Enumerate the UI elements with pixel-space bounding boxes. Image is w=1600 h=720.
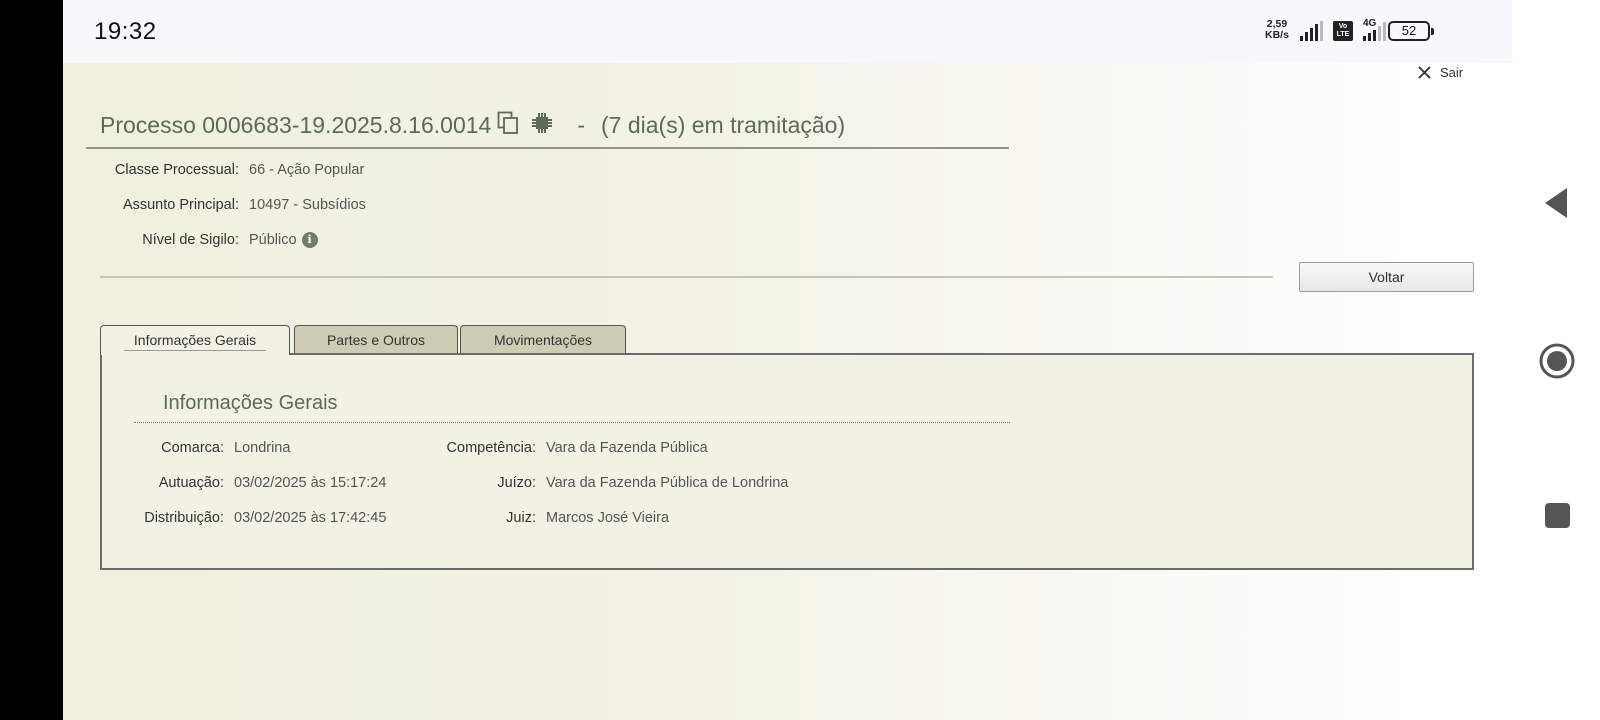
page-title: Processo 0006683-19.2025.8.16.0014 — [100, 112, 492, 138]
title-separator: - — [577, 112, 585, 138]
network-speed: 2,59 KB/s — [1265, 19, 1289, 41]
clock: 19:32 — [94, 18, 157, 45]
field-juiz: Juiz: Marcos José Vieira — [102, 510, 669, 526]
field-competencia: Competência: Vara da Fazenda Pública — [102, 440, 708, 456]
field-value: Marcos José Vieira — [546, 510, 670, 526]
field-label: Competência: — [446, 440, 536, 456]
classe-label: Classe Processual: — [114, 162, 239, 178]
tab-partes-e-outros[interactable]: Partes e Outros — [294, 325, 458, 354]
close-icon — [1418, 66, 1431, 79]
recents-square-icon[interactable] — [1544, 502, 1571, 529]
sigilo-value: Público — [249, 232, 297, 248]
field-value: Vara da Fazenda Pública — [546, 440, 708, 456]
signal-strength-2-icon — [1363, 21, 1386, 41]
tab-movimentacoes-label: Movimentações — [493, 332, 593, 348]
sair-button[interactable]: Sair — [1417, 65, 1463, 80]
home-circle-icon[interactable] — [1538, 342, 1576, 380]
info-icon[interactable]: i — [301, 232, 318, 248]
tab-partes-label: Partes e Outros — [326, 332, 426, 348]
processor-chip-icon[interactable] — [531, 112, 553, 139]
field-label: Juízo: — [497, 475, 536, 491]
sigilo-label: Nível de Sigilo: — [142, 232, 239, 248]
classe-processual-row: Classe Processual: 66 - Ação Popular — [63, 162, 364, 178]
voltar-button[interactable]: Voltar — [1299, 262, 1474, 292]
battery-icon: 52 — [1388, 21, 1434, 41]
network-speed-unit: KB/s — [1265, 29, 1289, 41]
panel-title: Informações Gerais — [163, 392, 338, 414]
tab-informacoes-gerais[interactable]: Informações Gerais — [100, 325, 290, 355]
title-divider — [86, 147, 1009, 149]
android-navigation-bar — [1512, 0, 1600, 720]
assunto-label: Assunto Principal: — [122, 197, 239, 213]
page-title-row: Processo 0006683-19.2025.8.16.0014 - (7 … — [100, 111, 845, 140]
sair-label: Sair — [1440, 65, 1464, 80]
classe-value: 66 - Ação Popular — [249, 162, 365, 178]
status-bar: 19:32 2,59 KB/s Vo LTE 4G 52 — [63, 0, 1512, 63]
tramitacao-days: (7 dia(s) em tramitação) — [601, 112, 846, 138]
tab-informacoes-gerais-label: Informações Gerais — [123, 332, 267, 351]
field-juizo: Juízo: Vara da Fazenda Pública de Londri… — [102, 475, 788, 491]
volte-icon: Vo LTE — [1333, 21, 1353, 41]
header-divider — [100, 276, 1273, 278]
left-black-edge — [0, 0, 63, 720]
back-triangle-icon[interactable] — [1543, 187, 1569, 219]
volte-top-text: Vo — [1338, 23, 1348, 30]
copy-icon[interactable] — [497, 111, 519, 140]
informacoes-gerais-panel: Informações Gerais Comarca: Londrina Aut… — [100, 353, 1474, 570]
process-page: Sair Processo 0006683-19.2025.8.16.0014 … — [63, 63, 1512, 720]
assunto-principal-row: Assunto Principal: 10497 - Subsídios — [63, 197, 366, 213]
nivel-sigilo-row: Nível de Sigilo: Público i — [63, 232, 318, 248]
signal-strength-icon — [1300, 21, 1323, 41]
field-label: Juiz: — [506, 510, 536, 526]
field-value: Vara da Fazenda Pública de Londrina — [546, 475, 789, 491]
tab-movimentacoes[interactable]: Movimentações — [460, 325, 626, 354]
volte-bottom-text: LTE — [1336, 31, 1350, 38]
panel-title-divider — [134, 422, 1010, 423]
assunto-value: 10497 - Subsídios — [249, 197, 366, 213]
